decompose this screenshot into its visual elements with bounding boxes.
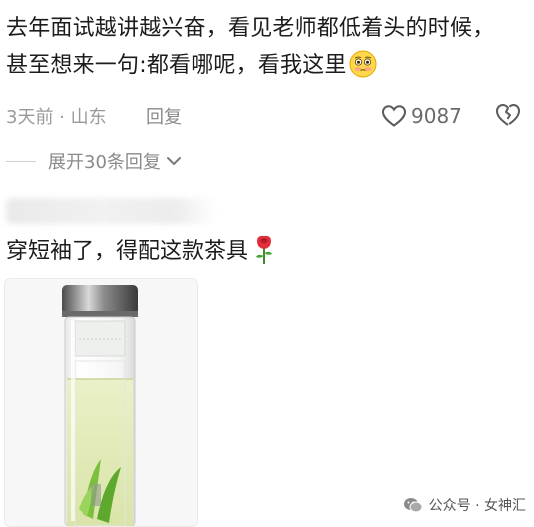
flushed-face-icon <box>349 50 377 78</box>
comment-2-text: 穿短袖了，得配这款茶具 <box>6 239 249 264</box>
broken-heart-icon[interactable] <box>494 102 522 128</box>
like-count: 9087 <box>411 104 462 128</box>
rose-icon <box>256 235 273 264</box>
comment-1-time-location: 3天前 · 山东 <box>6 107 107 128</box>
divider <box>6 160 36 162</box>
watermark-text: 公众号 · 女神汇 <box>428 498 526 514</box>
wechat-official-account-icon <box>403 498 423 513</box>
comment-1-line-2: 甚至想来一句:都看哪呢，看我这里 <box>6 47 526 84</box>
reply-button[interactable]: 回复 <box>146 103 182 129</box>
glass-tea-bottle-icon <box>5 279 197 526</box>
comment-1-line-2-text: 甚至想来一句:都看哪呢，看我这里 <box>6 53 347 78</box>
like-button[interactable]: 9087 <box>381 100 462 132</box>
comment-1-meta: 3天前 · 山东 回复 9087 <box>6 100 526 132</box>
heart-outline-icon <box>381 105 407 127</box>
chevron-down-icon <box>166 157 181 165</box>
comment-text-2: 穿短袖了，得配这款茶具 <box>6 234 276 269</box>
tea-bottle-image[interactable] <box>4 278 198 527</box>
blurred-username <box>6 198 216 224</box>
comment-1-line-1: 去年面试越讲越兴奋，看见老师都低着头的时候， <box>6 16 495 41</box>
comment-text-1: 去年面试越讲越兴奋，看见老师都低着头的时候， 甚至想来一句:都看哪呢，看我这里 <box>6 10 526 84</box>
watermark: 公众号 · 女神汇 <box>403 495 526 515</box>
expand-replies-button[interactable]: 展开30条回复 <box>6 146 183 176</box>
expand-replies-label: 展开30条回复 <box>48 152 161 173</box>
